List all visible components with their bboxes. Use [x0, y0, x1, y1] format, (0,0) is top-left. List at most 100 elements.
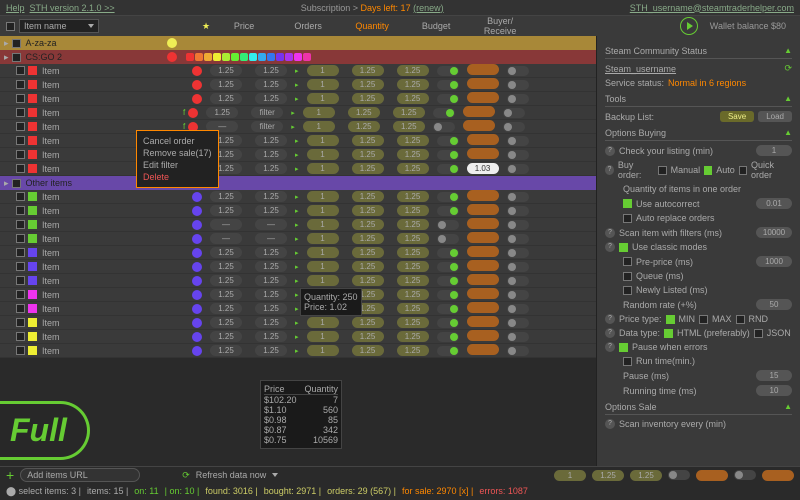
row-toggle-1[interactable] — [437, 262, 459, 272]
row-checkbox[interactable] — [16, 290, 25, 299]
col-quantity[interactable]: Quantity — [342, 21, 402, 31]
price-cell[interactable]: 1.25 — [210, 247, 242, 258]
budget-cell[interactable]: 1.25 — [352, 163, 384, 174]
row-toggle-2[interactable] — [507, 66, 529, 76]
row-toggle-2[interactable] — [507, 206, 529, 216]
item-row[interactable]: Item 1.25 1.25 ▸ 1 1.25 1.25 — [0, 148, 596, 162]
row-toggle-2[interactable] — [507, 290, 529, 300]
row-toggle-1[interactable] — [437, 248, 459, 258]
orders-cell[interactable]: 1.25 — [255, 191, 287, 202]
row-checkbox[interactable] — [16, 122, 25, 131]
qty-cell[interactable]: 1 — [307, 233, 339, 244]
pause-input[interactable]: 15 — [756, 370, 792, 381]
qty-cell[interactable]: 1 — [307, 261, 339, 272]
item-row[interactable]: Item 1.25 1.25 ▸ 1 1.25 1.25 — [0, 204, 596, 218]
col-buyer[interactable]: Buyer — [487, 16, 511, 26]
item-row[interactable]: Item f 1.25 filter ▸ 1 1.25 1.25 — [0, 106, 596, 120]
item-row[interactable]: Item 1.25 1.25 ▸ 1 1.25 1.25 1.03 — [0, 162, 596, 176]
renew-link[interactable]: (renew) — [413, 3, 444, 13]
footer-toggle-2[interactable] — [734, 470, 756, 480]
orders-cell[interactable]: — — [255, 219, 287, 230]
row-toggle-2[interactable] — [507, 332, 529, 342]
price-cell[interactable]: 1.25 — [210, 205, 242, 216]
qty-cell[interactable]: 1 — [307, 149, 339, 160]
row-dot[interactable] — [192, 318, 202, 328]
price-cell[interactable]: 1.25 — [210, 303, 242, 314]
footer-orange-2[interactable] — [762, 470, 794, 481]
orders-cell[interactable]: 1.25 — [255, 261, 287, 272]
qty-cell[interactable]: 1 — [307, 79, 339, 90]
row-checkbox[interactable] — [16, 304, 25, 313]
row-checkbox[interactable] — [16, 66, 25, 75]
buy-cell[interactable]: 1.25 — [397, 163, 429, 174]
add-url-input[interactable]: Add items URL — [20, 468, 140, 482]
buy-cell[interactable]: 1.25 — [397, 345, 429, 356]
preprice-checkbox[interactable] — [623, 257, 632, 266]
item-row[interactable]: Item 1.25 1.25 ▸ 1 1.25 1.25 — [0, 92, 596, 106]
expand-icon[interactable]: ▸ — [4, 52, 9, 63]
orders-cell[interactable]: filter — [251, 107, 283, 118]
row-toggle-2[interactable] — [507, 262, 529, 272]
row-checkbox[interactable] — [16, 276, 25, 285]
qty-cell[interactable]: 1 — [303, 107, 335, 118]
price-cell[interactable]: 1.25 — [210, 317, 242, 328]
buy-cell[interactable]: 1.25 — [397, 79, 429, 90]
item-row[interactable]: Item 1.25 1.25 ▸ 1 1.25 1.25 — [0, 260, 596, 274]
select-all-checkbox[interactable] — [6, 22, 15, 31]
orders-cell[interactable]: 1.25 — [255, 149, 287, 160]
sell-cell[interactable] — [467, 204, 499, 215]
buy-cell[interactable]: 1.25 — [397, 317, 429, 328]
row-dot[interactable] — [192, 290, 202, 300]
preprice-input[interactable]: 1000 — [756, 256, 792, 267]
qty-cell[interactable]: 1 — [307, 205, 339, 216]
sell-cell[interactable] — [467, 316, 499, 327]
price-cell[interactable]: 1.25 — [210, 79, 242, 90]
row-toggle-1[interactable] — [437, 150, 459, 160]
orders-cell[interactable]: 1.25 — [255, 135, 287, 146]
group-header[interactable]: ▸ A-za-za — [0, 36, 596, 50]
row-toggle-2[interactable] — [507, 164, 529, 174]
footer-toggle-1[interactable] — [668, 470, 690, 480]
row-toggle-2[interactable] — [507, 150, 529, 160]
sell-cell[interactable] — [467, 274, 499, 285]
autoreplace-checkbox[interactable] — [623, 214, 632, 223]
budget-cell[interactable]: 1.25 — [348, 107, 380, 118]
budget-cell[interactable]: 1.25 — [352, 345, 384, 356]
group-checkbox[interactable] — [12, 39, 21, 48]
row-toggle-1[interactable] — [437, 290, 459, 300]
row-toggle-1[interactable] — [437, 80, 459, 90]
price-cell[interactable]: 1.25 — [210, 65, 242, 76]
orders-cell[interactable]: 1.25 — [255, 317, 287, 328]
autocorrect-input[interactable]: 0.01 — [756, 198, 792, 209]
sell-cell[interactable] — [467, 330, 499, 341]
price-cell[interactable]: 1.25 — [206, 107, 238, 118]
row-toggle-2[interactable] — [507, 248, 529, 258]
sell-cell[interactable] — [467, 64, 499, 75]
ctx-remove[interactable]: Remove sale (17) — [141, 147, 214, 159]
row-dot[interactable] — [192, 262, 202, 272]
classic-checkbox[interactable] — [619, 243, 628, 252]
row-toggle-1[interactable] — [437, 234, 459, 244]
sell-cell[interactable] — [467, 92, 499, 103]
footer-orange-1[interactable] — [696, 470, 728, 481]
auto-checkbox[interactable] — [704, 166, 712, 175]
row-toggle-1[interactable] — [437, 276, 459, 286]
refresh-icon[interactable]: ⟳ — [182, 470, 190, 481]
autocorrect-checkbox[interactable] — [623, 199, 632, 208]
item-row[interactable]: Item 1.25 1.25 ▸ 1 1.25 1.25 — [0, 316, 596, 330]
qty-cell[interactable]: 1 — [307, 135, 339, 146]
sell-cell[interactable] — [467, 78, 499, 89]
orders-cell[interactable]: 1.25 — [255, 205, 287, 216]
buy-cell[interactable]: 1.25 — [397, 303, 429, 314]
group-checkbox[interactable] — [12, 53, 21, 62]
item-row[interactable]: Item 1.25 1.25 ▸ 1 1.25 1.25 — [0, 344, 596, 358]
row-toggle-2[interactable] — [507, 234, 529, 244]
scan-input[interactable]: 10000 — [756, 227, 792, 238]
price-cell[interactable]: 1.25 — [210, 275, 242, 286]
row-toggle-1[interactable] — [437, 332, 459, 342]
budget-cell[interactable]: 1.25 — [352, 65, 384, 76]
row-toggle-2[interactable] — [507, 136, 529, 146]
row-checkbox[interactable] — [16, 80, 25, 89]
buy-cell[interactable]: 1.25 — [397, 331, 429, 342]
budget-cell[interactable]: 1.25 — [352, 219, 384, 230]
